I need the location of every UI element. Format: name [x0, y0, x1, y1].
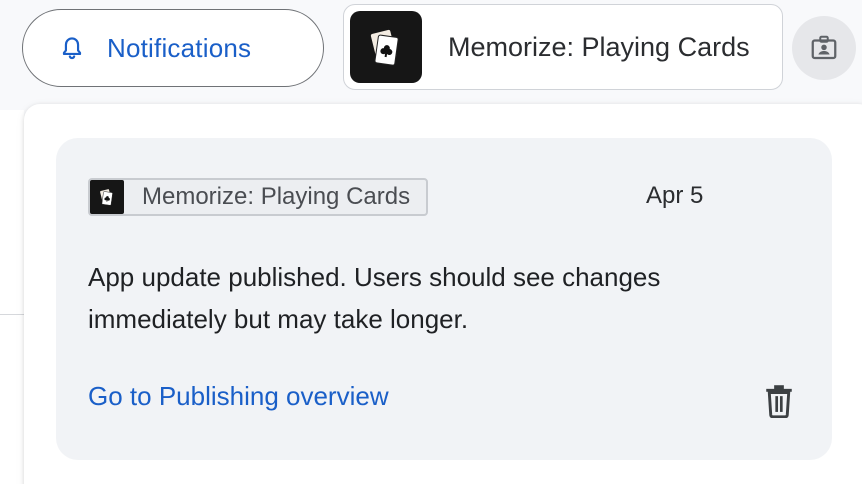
- badge-icon: [811, 35, 837, 60]
- notifications-popover: Memorize: Playing Cards Apr 5 App update…: [24, 104, 862, 484]
- notification-app-tag: Memorize: Playing Cards: [88, 178, 429, 216]
- notification-message: App update published. Users should see c…: [88, 262, 661, 334]
- notification-card: Memorize: Playing Cards Apr 5 App update…: [56, 138, 832, 460]
- trash-icon[interactable]: [764, 384, 794, 418]
- page: Notifications Memorize: Playing Cards Me…: [0, 0, 862, 484]
- app-icon: [350, 11, 422, 83]
- bell-icon: [62, 37, 82, 60]
- playing-cards-icon: [100, 189, 113, 206]
- app-icon-small: [90, 180, 124, 214]
- publishing-overview-link[interactable]: Go to Publishing overview: [88, 381, 389, 412]
- notifications-button[interactable]: Notifications: [22, 9, 324, 87]
- account-button[interactable]: [792, 16, 856, 80]
- app-selector[interactable]: Memorize: Playing Cards: [343, 4, 783, 90]
- playing-cards-icon: [370, 29, 399, 66]
- background-panel: [0, 110, 24, 484]
- app-name: Memorize: Playing Cards: [448, 31, 750, 62]
- notification-app-name: Memorize: Playing Cards: [142, 183, 411, 210]
- notification-date: Apr 5: [646, 182, 704, 209]
- divider: [0, 314, 24, 315]
- notifications-label: Notifications: [107, 32, 252, 63]
